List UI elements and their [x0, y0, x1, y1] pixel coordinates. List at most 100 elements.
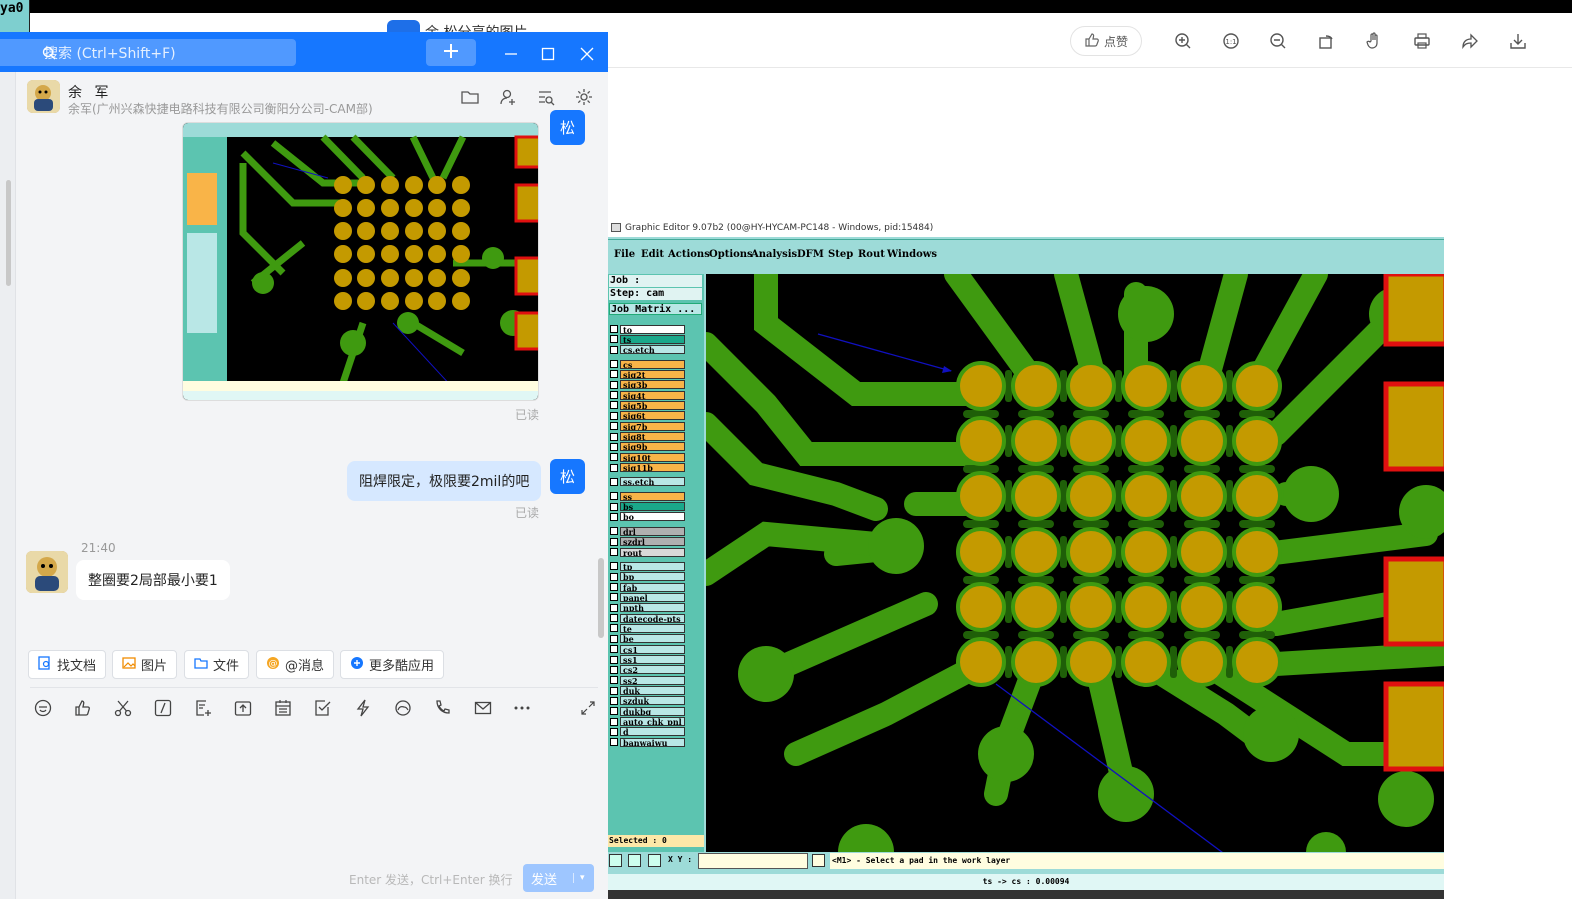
layer-checkbox[interactable] [610, 634, 618, 643]
layer-name[interactable]: ss1 [620, 655, 685, 664]
layer-name[interactable]: ts [620, 334, 685, 344]
layer-row[interactable]: ss [610, 491, 685, 501]
layer-row[interactable]: szduk [610, 696, 685, 706]
minimize-button[interactable] [499, 42, 523, 66]
search-history-icon[interactable] [535, 86, 557, 108]
layer-name[interactable]: drl [620, 526, 685, 536]
layer-checkbox[interactable] [610, 401, 618, 410]
layer-name[interactable]: szduk [620, 696, 685, 706]
layer-row[interactable]: sig7b [610, 421, 685, 431]
select-tool-icon[interactable] [609, 854, 622, 867]
layer-name[interactable]: to [620, 324, 685, 334]
layer-name[interactable]: ss.etch [620, 477, 685, 487]
layer-row[interactable]: cs [610, 359, 685, 369]
layer-row[interactable]: ts [610, 334, 685, 344]
layer-name[interactable]: sig8t [620, 432, 685, 441]
layer-name[interactable]: npth [620, 603, 685, 613]
layer-row[interactable]: szdrl [610, 537, 685, 547]
contact-avatar[interactable] [27, 80, 60, 113]
layer-row[interactable]: sig2t [610, 369, 685, 379]
xy-input[interactable] [698, 853, 808, 869]
layer-checkbox[interactable] [610, 492, 618, 501]
layer-checkbox[interactable] [610, 603, 618, 612]
layer-checkbox[interactable] [610, 453, 618, 462]
layer-name[interactable]: rout [620, 547, 685, 557]
actual-size-icon[interactable]: 1:1 [1218, 28, 1244, 54]
left-scrollbar[interactable] [6, 180, 11, 286]
layer-row[interactable]: tp [610, 561, 685, 571]
layer-row[interactable]: bs [610, 502, 685, 512]
layer-row[interactable]: duk [610, 686, 685, 696]
share-icon[interactable] [1457, 28, 1483, 54]
phone-icon[interactable] [432, 697, 454, 719]
layer-checkbox[interactable] [610, 360, 618, 369]
layer-row[interactable]: sig6t [610, 411, 685, 421]
layer-name[interactable]: dukbg [620, 706, 685, 716]
layer-name[interactable]: sig3b [620, 380, 685, 390]
layer-checkbox[interactable] [610, 572, 618, 581]
layer-row[interactable]: cs1 [610, 644, 685, 654]
layer-name[interactable]: sig6t [620, 411, 685, 421]
layer-checkbox[interactable] [610, 738, 618, 747]
scissors-icon[interactable] [112, 697, 134, 719]
cloud-icon[interactable] [392, 697, 414, 719]
layer-row[interactable]: sig11b [610, 463, 685, 473]
layer-checkbox[interactable] [610, 477, 618, 486]
layer-checkbox[interactable] [610, 676, 618, 685]
layer-checkbox[interactable] [610, 593, 618, 602]
layer-checkbox[interactable] [610, 391, 618, 400]
layer-checkbox[interactable] [610, 512, 618, 521]
layer-checkbox[interactable] [610, 614, 618, 623]
measure-tool-icon[interactable] [628, 854, 641, 867]
menu-actions[interactable]: Actions [668, 249, 710, 260]
layer-name[interactable]: datecode-pts [620, 613, 685, 623]
layer-row[interactable]: rout [610, 547, 685, 557]
layer-row[interactable]: sig9b [610, 442, 685, 452]
layer-name[interactable]: cs1 [620, 644, 685, 654]
menu-options[interactable]: Options [709, 249, 753, 260]
layer-checkbox[interactable] [610, 370, 618, 379]
layer-checkbox[interactable] [610, 717, 618, 726]
layer-row[interactable]: panel [610, 592, 685, 602]
layer-checkbox[interactable] [610, 562, 618, 571]
close-button[interactable] [575, 42, 599, 66]
download-icon[interactable] [1505, 28, 1531, 54]
layer-row[interactable]: ss2 [610, 675, 685, 685]
layer-name[interactable]: bo [620, 512, 685, 522]
layer-row[interactable]: to [610, 324, 685, 334]
maximize-button[interactable] [536, 42, 560, 66]
hand-icon[interactable] [1361, 28, 1387, 54]
pcb-canvas[interactable] [706, 274, 1444, 852]
emoji-icon[interactable] [32, 697, 54, 719]
layer-row[interactable]: sig3b [610, 380, 685, 390]
add-button[interactable] [426, 39, 476, 66]
self-avatar[interactable]: 松 [550, 459, 585, 494]
task-check-icon[interactable] [312, 697, 334, 719]
layer-row[interactable]: datecode-pts [610, 613, 685, 623]
more-apps-button[interactable]: 更多酷应用 [340, 650, 445, 679]
layer-row[interactable]: dukbg [610, 706, 685, 716]
layer-row[interactable]: bo [610, 512, 685, 522]
mail-icon[interactable] [472, 697, 494, 719]
layer-name[interactable]: sig11b [620, 463, 685, 473]
layer-row[interactable]: sig8t [610, 432, 685, 442]
layer-checkbox[interactable] [610, 335, 618, 344]
layer-name[interactable]: cs [620, 359, 685, 369]
expand-icon[interactable] [577, 697, 599, 719]
layer-checkbox[interactable] [610, 548, 618, 556]
thumbs-up-icon[interactable] [72, 697, 94, 719]
layer-name[interactable]: te [620, 623, 685, 633]
layer-row[interactable]: cs.etch [610, 345, 685, 355]
layer-checkbox[interactable] [610, 686, 618, 695]
send-button[interactable]: 发送 ▾ [523, 864, 594, 892]
layer-name[interactable]: fab [620, 582, 685, 592]
layer-row[interactable]: bp [610, 572, 685, 582]
layer-name[interactable]: panel [620, 592, 685, 602]
layer-name[interactable]: sig7b [620, 421, 685, 431]
layer-name[interactable]: ss2 [620, 675, 685, 685]
layer-checkbox[interactable] [610, 442, 618, 451]
layer-row[interactable]: sig5b [610, 400, 685, 410]
settings-gear-icon[interactable] [573, 86, 595, 108]
layer-row[interactable]: banwaiwu [610, 737, 685, 747]
layer-checkbox[interactable] [610, 727, 618, 736]
